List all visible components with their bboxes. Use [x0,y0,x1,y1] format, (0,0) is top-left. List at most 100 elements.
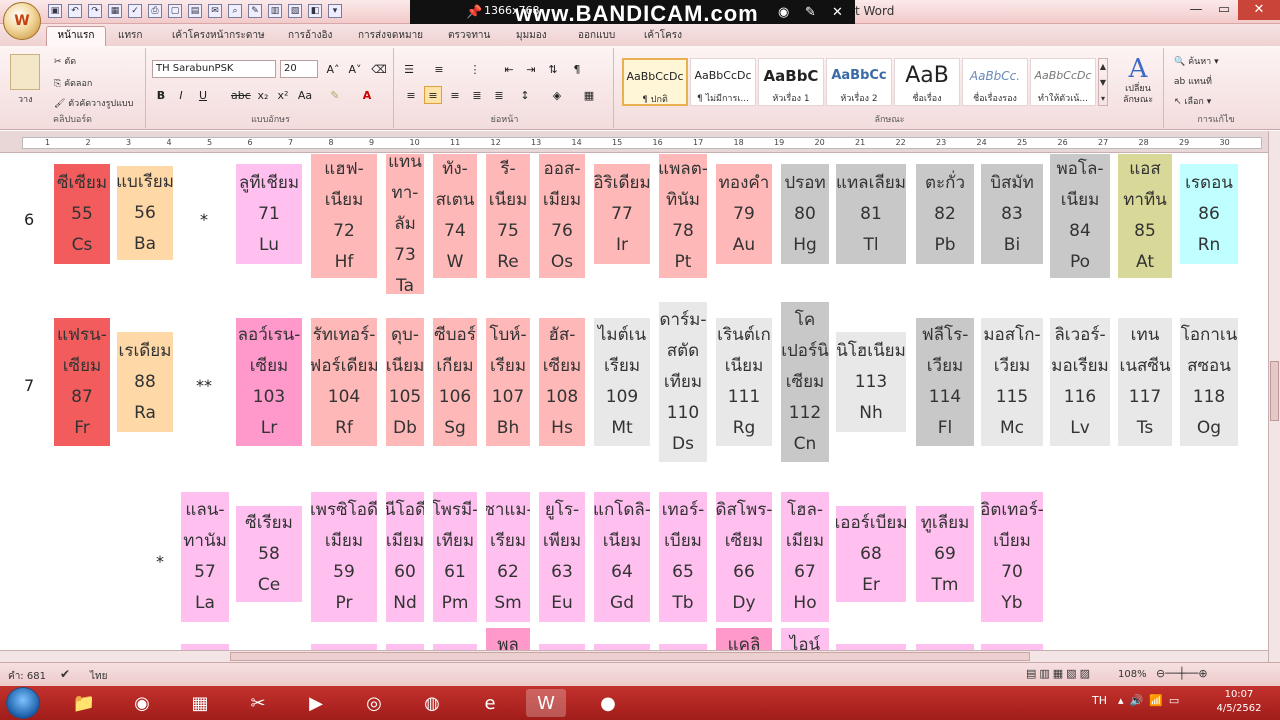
app-icon[interactable]: ◍ [412,689,452,717]
clock[interactable]: 10:07 4/5/2562 [1206,688,1272,716]
style-heading-2[interactable]: AaBbCc หัวเรื่อง 2 [826,58,892,106]
subscript-button[interactable]: x₂ [254,86,272,104]
tray-language[interactable]: TH [1092,694,1107,707]
element-cell[interactable]: ซาแม- เรียม 62 Sm [486,492,530,622]
element-cell[interactable]: เออร์เบียม 68 Er [836,506,906,602]
element-cell[interactable]: ดาร์ม- สตัด เทียม 110 Ds [659,302,707,462]
bandicam-record-icon[interactable]: ● [588,689,628,717]
tab-home[interactable]: หน้าแรก [46,26,106,46]
tab-review[interactable]: ตรวจทาน [448,28,490,43]
customize-icon[interactable]: ▾ [328,4,342,18]
element-cell[interactable]: ดุบ- เนียม 105 Db [386,318,424,446]
horizontal-ruler[interactable]: 1 2 3 4 5 6 7 8 9 10 11 12 13 14 15 16 17 18 19 20 21 22 23 24 2… [0,131,1280,153]
view-buttons[interactable]: ▤▥▦▧▨ [1026,667,1093,680]
image-icon[interactable]: ▥ [268,4,282,18]
close-button[interactable]: ✕ [1238,0,1280,20]
element-cell[interactable]: แฮฟ- เนียม 72 Hf [311,154,377,278]
align-left-button[interactable]: ≡ [402,86,420,104]
vertical-scrollbar[interactable] [1268,131,1280,662]
element-cell[interactable]: นีโอดี เมียม 60 Nd [386,492,424,622]
file-explorer-icon[interactable]: 📁 [64,689,104,717]
proofing-icon[interactable]: ✔ [60,667,70,681]
print-icon[interactable]: ⎙ [148,4,162,18]
element-cell[interactable]: เรินต์เก เนียม 111 Rg [716,318,772,446]
email-icon[interactable]: ✉ [208,4,222,18]
superscript-button[interactable]: x² [274,86,292,104]
element-cell[interactable]: เทน เนสซีน 117 Ts [1118,318,1172,446]
numbering-button[interactable]: ≡ [430,60,448,78]
element-cell[interactable]: ไมต์เน เรียม 109 Mt [594,318,650,446]
element-cell[interactable]: โค เปอร์นิ เซียม 112 Cn [781,302,829,462]
shrink-font-button[interactable]: A˅ [346,60,364,78]
tab-view[interactable]: มุมมอง [516,28,547,43]
element-cell[interactable]: บิสมัท 83 Bi [981,164,1043,264]
scrollbar-thumb[interactable] [1270,361,1279,421]
start-button[interactable] [6,687,40,719]
language-indicator[interactable]: ไทย [90,669,107,684]
document-area[interactable]: 6 * 7 ** * ซีเซียม 55 Cs แบเรียม 56 Ba ลูทีเชียม 71 L… [0,154,1268,662]
element-cell[interactable]: รัทเทอร์- ฟอร์เดียม 104 Rf [311,318,377,446]
sort-button[interactable]: ⇅ [544,60,562,78]
element-cell[interactable]: รี- เนียม 75 Re [486,154,530,278]
element-cell[interactable]: เพรซิโอดี เมียม 59 Pr [311,492,377,622]
tab-insert[interactable]: แทรก [118,28,142,43]
settings-app-icon[interactable]: ▦ [180,689,220,717]
office-button[interactable]: W [3,2,41,40]
element-cell[interactable]: ซีเรียม 58 Ce [236,506,302,602]
bullets-button[interactable]: ☰ [400,60,418,78]
underline-button[interactable]: U [194,86,212,104]
word-icon[interactable]: W [526,689,566,717]
font-size-input[interactable]: 20 [280,60,318,78]
element-cell[interactable]: แฟรน- เซียม 87 Fr [54,318,110,446]
shading-button[interactable]: ◈ [548,86,566,104]
justify-button[interactable]: ≣ [468,86,486,104]
pencil-icon[interactable]: ✎ [805,5,816,20]
cut-button[interactable]: ✂ ตัด [54,54,76,68]
format-painter-button[interactable]: 🖌 ตัวคัดวางรูปแบบ [54,96,133,110]
element-cell[interactable]: แทลเลียม 81 Tl [836,164,906,264]
element-cell[interactable]: ยูโร- เพียม 63 Eu [539,492,585,622]
element-cell[interactable]: ซีเซียม 55 Cs [54,164,110,264]
element-cell[interactable]: ทัง- สเตน 74 W [433,154,477,278]
show-marks-button[interactable]: ¶ [568,60,586,78]
maximize-button[interactable]: ▭ [1210,0,1238,20]
format-icon[interactable]: ◧ [308,4,322,18]
tab-mailings[interactable]: การส่งจดหมาย [358,28,423,43]
line-spacing-button[interactable]: ↕ [516,86,534,104]
zoom-level[interactable]: 108% [1118,669,1147,680]
element-cell[interactable]: เรดอน 86 Rn [1180,164,1238,264]
clear-format-button[interactable]: ⌫ [370,60,388,78]
bold-button[interactable]: B [152,86,170,104]
element-cell[interactable]: ลูทีเชียม 71 Lu [236,164,302,264]
element-cell[interactable]: ตะกั่ว 82 Pb [916,164,974,264]
chart-icon[interactable]: ▧ [288,4,302,18]
element-cell[interactable]: ปรอท 80 Hg [781,164,829,264]
draw-table-icon[interactable]: ✎ [248,4,262,18]
style-subtle-emphasis[interactable]: AaBbCcDc ทำให้ตัวเน้... [1030,58,1096,106]
edge-icon[interactable]: e [470,689,510,717]
element-cell[interactable]: แลน- ทานัม 57 La [181,492,229,622]
style-title[interactable]: AaB ชื่อเรื่อง [894,58,960,106]
paste-button[interactable]: วาง [18,92,33,106]
thai-distribute-button[interactable]: ≣ [490,86,508,104]
firefox-icon[interactable]: ◉ [122,689,162,717]
tab-references[interactable]: การอ้างอิง [288,28,332,43]
preview-icon[interactable]: ⌕ [228,4,242,18]
horizontal-scrollbar[interactable] [0,650,1268,662]
element-cell[interactable]: โพรมี- เทียม 61 Pm [433,492,477,622]
tab-page-layout[interactable]: เค้าโครงหน้ากระดาษ [172,28,265,43]
style-heading-1[interactable]: AaBbC หัวเรื่อง 1 [758,58,824,106]
element-cell[interactable]: เทอร์- เบียม 65 Tb [659,492,707,622]
snipping-tool-icon[interactable]: ✂ [238,689,278,717]
element-cell[interactable]: ลอว์เรน- เซียม 103 Lr [236,318,302,446]
element-cell[interactable]: ทองคำ 79 Au [716,164,772,264]
tab-design[interactable]: ออกแบบ [578,28,615,43]
element-cell[interactable]: ทูเลียม 69 Tm [916,506,974,602]
change-case-button[interactable]: Aa [296,86,314,104]
element-cell[interactable]: ฟลีโร- เวียม 114 Fl [916,318,974,446]
style-normal[interactable]: AaBbCcDc ¶ ปกติ [622,58,688,106]
element-cell[interactable]: ซีบอร์ เกียม 106 Sg [433,318,477,446]
multilevel-list-button[interactable]: ⋮ [466,60,484,78]
element-cell[interactable]: แอส ทาทีน 85 At [1118,154,1172,278]
tab-layout[interactable]: เค้าโครง [644,28,682,43]
